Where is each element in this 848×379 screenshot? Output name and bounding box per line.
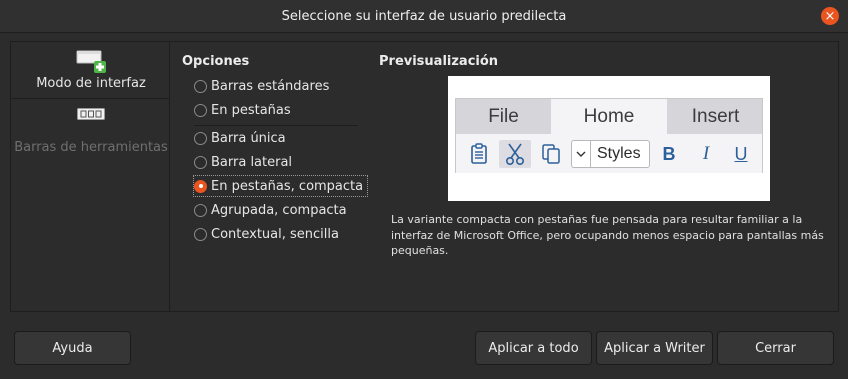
styles-dropdown-preview: Styles — [571, 140, 650, 168]
preview-image: File Home Insert Styles B I U — [448, 76, 770, 201]
radio-label: Barra lateral — [211, 154, 293, 170]
radio-label: Barras estándares — [211, 78, 330, 94]
button-label: Aplicar a todo — [488, 340, 579, 356]
radio-indicator — [194, 79, 207, 93]
preview-description: La variante compacta con pestañas fue pe… — [391, 213, 824, 257]
options-divider — [194, 125, 358, 126]
radio-tabbed-compact[interactable]: En pestañas, compacta — [193, 175, 369, 197]
ribbon-tab-label: Home — [583, 105, 635, 127]
radio-label: Barra única — [211, 130, 286, 146]
close-button[interactable]: Cerrar — [717, 331, 834, 365]
close-icon: × — [824, 8, 836, 24]
close-window-button[interactable]: × — [821, 7, 839, 25]
ribbon-tab-insert: Insert — [667, 99, 764, 134]
italic-icon: I — [702, 143, 710, 164]
title-bar: Seleccione su interfaz de usuario predil… — [0, 0, 848, 33]
category-label: Barras de herramientas — [14, 140, 168, 155]
ribbon-tabs: File Home Insert — [456, 99, 762, 134]
paste-icon — [466, 140, 492, 168]
ribbon-tab-label: Insert — [691, 105, 740, 127]
dialog-body: Modo de interfaz Barras de herramientas … — [0, 33, 848, 379]
help-button[interactable]: Ayuda — [14, 331, 131, 365]
category-interface-mode[interactable]: Modo de interfaz — [11, 42, 171, 99]
radio-indicator — [194, 103, 207, 117]
radio-label: Agrupada, compacta — [211, 202, 347, 218]
radio-indicator — [194, 155, 207, 169]
category-toolbars[interactable]: Barras de herramientas — [11, 106, 171, 166]
toolbars-icon — [77, 106, 105, 126]
dialog-title: Seleccione su interfaz de usuario predil… — [281, 8, 567, 24]
ribbon-toolbar: Styles B I U — [456, 134, 762, 173]
apply-all-button[interactable]: Aplicar a todo — [475, 331, 592, 365]
preview-title: Previsualización — [379, 54, 499, 69]
ribbon-tab-label: File — [488, 105, 519, 127]
styles-label: Styles — [597, 145, 641, 162]
radio-single-bar[interactable]: Barra única — [194, 127, 290, 149]
cut-icon — [499, 140, 531, 168]
chevron-down-icon — [572, 141, 591, 167]
category-label: Modo de interfaz — [36, 76, 146, 91]
radio-tabbed[interactable]: En pestañas — [194, 99, 295, 121]
button-label: Aplicar a Writer — [604, 340, 705, 356]
options-panel: Opciones Barras estándares En pestañas B… — [169, 41, 839, 312]
button-label: Ayuda — [52, 340, 93, 356]
radio-standard-toolbars[interactable]: Barras estándares — [194, 75, 333, 97]
bold-icon: B — [662, 143, 676, 164]
copy-icon — [538, 140, 564, 168]
radio-indicator — [194, 131, 207, 145]
category-panel: Modo de interfaz Barras de herramientas — [10, 41, 171, 312]
button-label: Cerrar — [755, 340, 796, 356]
radio-sidebar[interactable]: Barra lateral — [194, 151, 296, 173]
ribbon-tab-home: Home — [551, 99, 667, 134]
underline-icon: U — [734, 143, 748, 164]
apply-writer-button[interactable]: Aplicar a Writer — [596, 331, 713, 365]
ribbon-preview: File Home Insert Styles B I U — [455, 98, 763, 173]
options-title: Opciones — [182, 54, 250, 69]
radio-indicator — [194, 227, 207, 241]
radio-grouped-compact[interactable]: Agrupada, compacta — [194, 199, 351, 221]
ribbon-tab-file: File — [456, 99, 551, 134]
interface-mode-icon — [74, 48, 108, 73]
radio-indicator — [194, 179, 207, 193]
radio-label: En pestañas, compacta — [211, 178, 364, 194]
radio-label: En pestañas — [211, 102, 291, 118]
radio-label: Contextual, sencilla — [211, 226, 339, 242]
radio-contextual-single[interactable]: Contextual, sencilla — [194, 223, 343, 245]
radio-indicator — [194, 203, 207, 217]
